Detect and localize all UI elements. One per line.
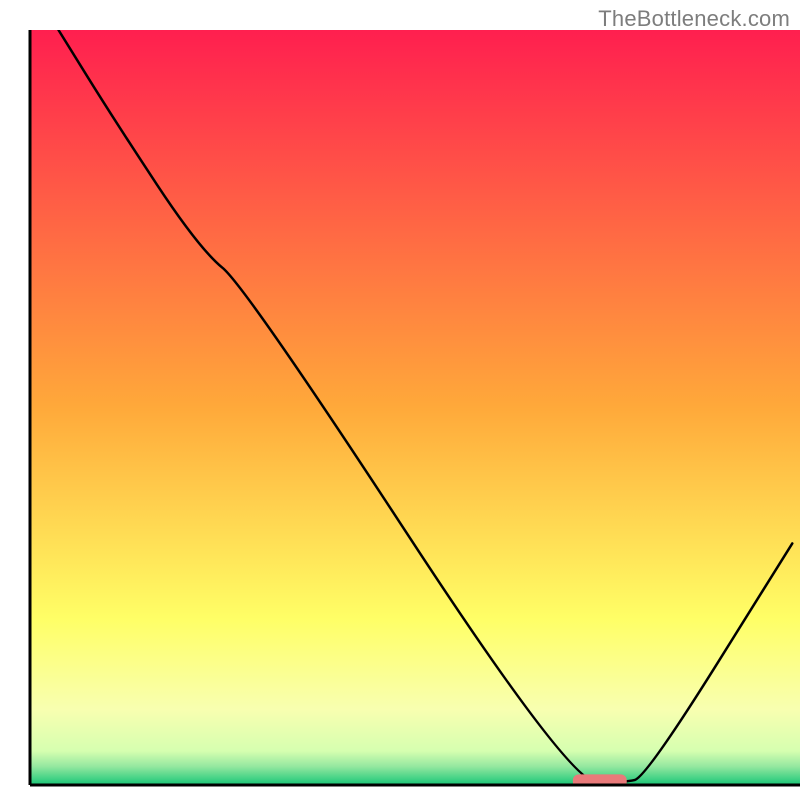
bottleneck-chart: TheBottleneck.com [0, 0, 800, 800]
watermark-text: TheBottleneck.com [598, 6, 790, 32]
gradient-background [30, 30, 800, 785]
chart-svg [0, 0, 800, 800]
